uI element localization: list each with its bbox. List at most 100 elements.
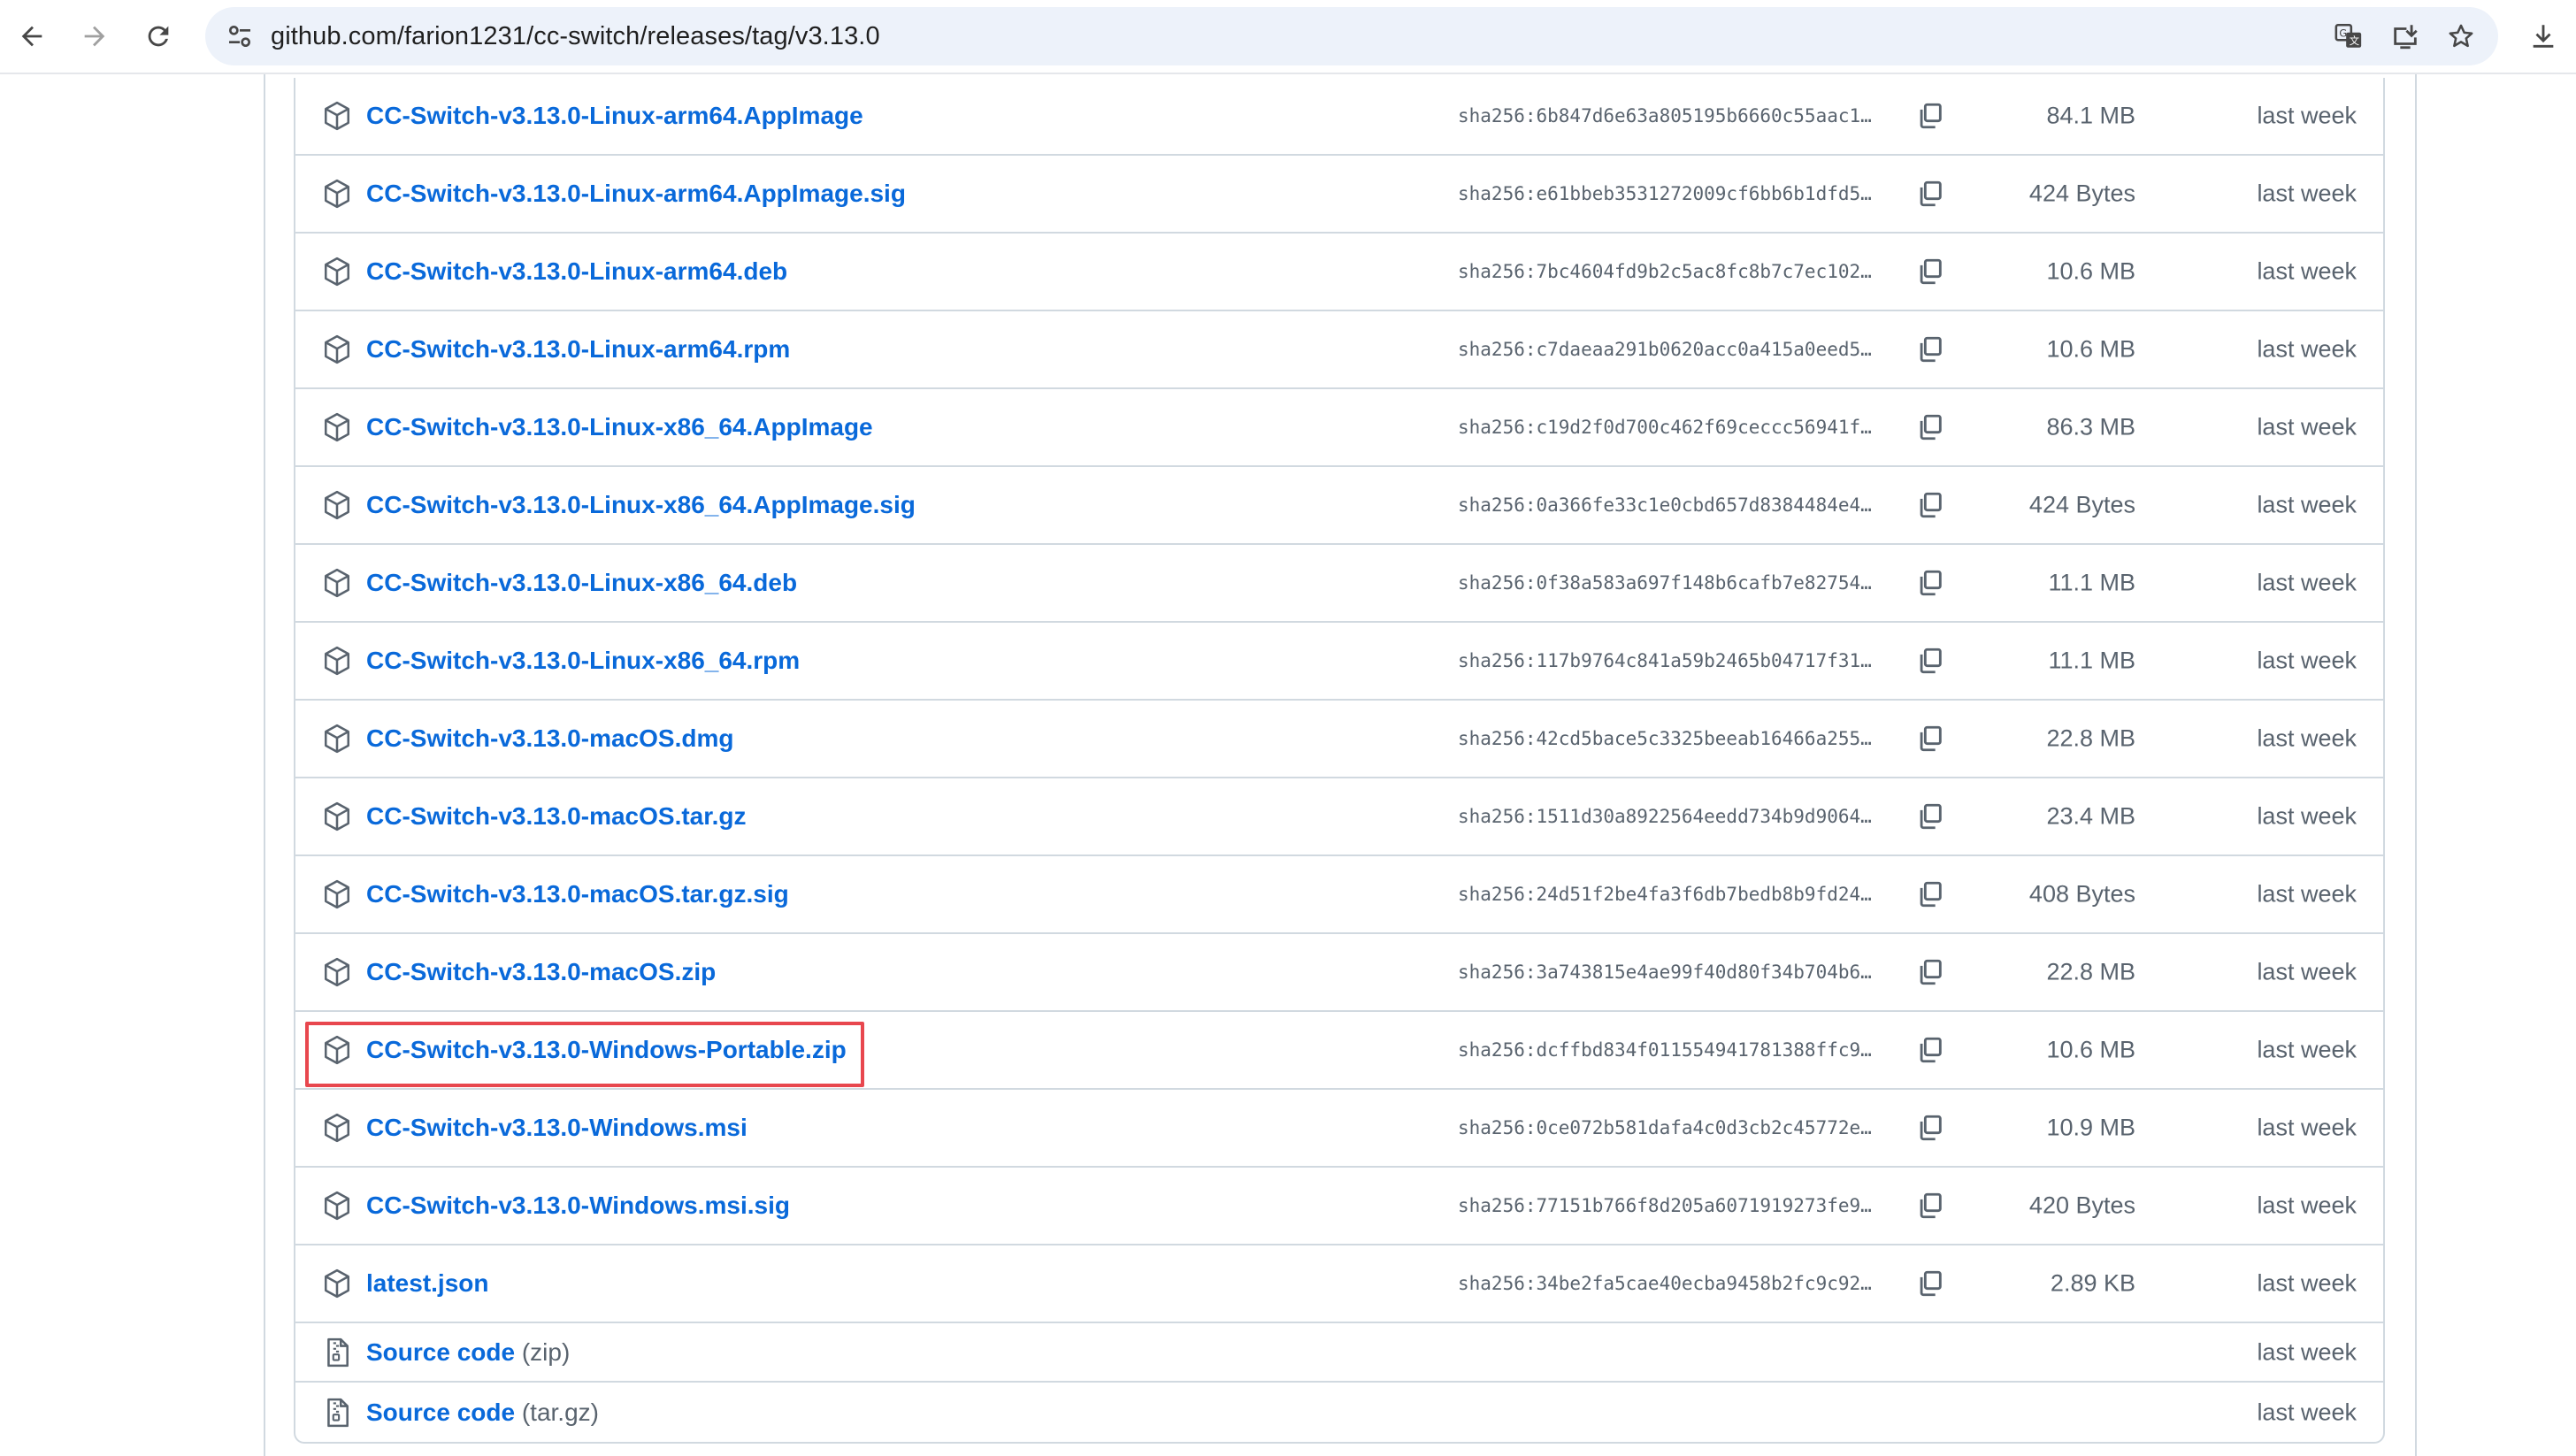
asset-date: last week xyxy=(2257,335,2357,363)
copy-icon xyxy=(1920,570,1942,596)
asset-link[interactable]: CC-Switch-v3.13.0-Linux-arm64.AppImage.s… xyxy=(366,180,906,208)
package-icon xyxy=(322,1113,352,1143)
asset-size: 84.1 MB xyxy=(2046,102,2135,129)
site-info-button[interactable] xyxy=(219,16,260,57)
back-button[interactable] xyxy=(6,11,58,62)
asset-link[interactable]: CC-Switch-v3.13.0-Linux-x86_64.rpm xyxy=(366,647,800,675)
copy-sha-button[interactable] xyxy=(1913,643,1948,678)
asset-row: CC-Switch-v3.13.0-Linux-x86_64.AppImage.… xyxy=(295,467,2383,545)
translate-button[interactable]: G 文 xyxy=(2328,16,2369,57)
asset-date: last week xyxy=(2257,257,2357,285)
asset-row: CC-Switch-v3.13.0-Windows.msi sha256:0ce… xyxy=(295,1090,2383,1168)
copy-icon xyxy=(1920,1192,1942,1219)
asset-link[interactable]: CC-Switch-v3.13.0-Linux-x86_64.deb xyxy=(366,569,797,597)
source-label: Source code xyxy=(366,1337,516,1366)
asset-link[interactable]: CC-Switch-v3.13.0-macOS.tar.gz.sig xyxy=(366,880,789,908)
asset-date: last week xyxy=(2257,647,2357,674)
asset-date: last week xyxy=(2257,880,2357,908)
asset-sha: sha256:dcffbd834f011554941781388ffc9… xyxy=(1458,1039,1872,1061)
asset-link[interactable]: CC-Switch-v3.13.0-Linux-arm64.AppImage xyxy=(366,102,863,130)
asset-row: CC-Switch-v3.13.0-Linux-arm64.rpm sha256… xyxy=(295,311,2383,389)
asset-link[interactable]: CC-Switch-v3.13.0-macOS.tar.gz xyxy=(366,802,746,831)
downloads-button[interactable] xyxy=(2518,11,2569,62)
copy-sha-button[interactable] xyxy=(1913,565,1948,601)
copy-icon xyxy=(1920,803,1942,830)
asset-sha: sha256:34be2fa5cae40ecba9458b2fc9c92… xyxy=(1458,1273,1872,1294)
file-zip-icon xyxy=(322,1398,352,1428)
browser-toolbar: github.com/farion1231/cc-switch/releases… xyxy=(0,0,2576,74)
asset-link[interactable]: CC-Switch-v3.13.0-macOS.dmg xyxy=(366,724,733,753)
copy-sha-button[interactable] xyxy=(1913,1110,1948,1146)
copy-icon xyxy=(1920,258,1942,285)
forward-button[interactable] xyxy=(69,11,120,62)
copy-sha-button[interactable] xyxy=(1913,410,1948,445)
asset-link[interactable]: CC-Switch-v3.13.0-Windows.msi xyxy=(366,1114,748,1142)
source-row: Source code (zip) last week xyxy=(295,1323,2383,1383)
asset-date: last week xyxy=(2257,491,2357,518)
package-icon xyxy=(322,957,352,987)
copy-sha-button[interactable] xyxy=(1913,799,1948,834)
asset-size: 11.1 MB xyxy=(2048,647,2135,674)
install-app-button[interactable] xyxy=(2385,16,2426,57)
source-code-targz-link[interactable]: Source code (tar.gz) xyxy=(366,1399,599,1427)
asset-date: last week xyxy=(2257,958,2357,985)
asset-date: last week xyxy=(2257,724,2357,752)
asset-size: 424 Bytes xyxy=(2028,491,2135,518)
source-code-zip-link[interactable]: Source code (zip) xyxy=(366,1338,570,1367)
asset-size: 424 Bytes xyxy=(2028,180,2135,207)
asset-link[interactable]: CC-Switch-v3.13.0-Windows.msi.sig xyxy=(366,1192,790,1220)
asset-link[interactable]: CC-Switch-v3.13.0-Windows-Portable.zip xyxy=(366,1036,847,1064)
asset-sha: sha256:3a743815e4ae99f40d80f34b704b6… xyxy=(1458,962,1872,983)
package-icon xyxy=(322,568,352,598)
asset-link[interactable]: CC-Switch-v3.13.0-Linux-arm64.rpm xyxy=(366,335,790,364)
asset-link[interactable]: CC-Switch-v3.13.0-Linux-arm64.deb xyxy=(366,257,787,286)
copy-sha-button[interactable] xyxy=(1913,254,1948,289)
arrow-left-icon xyxy=(21,26,42,47)
bookmark-button[interactable] xyxy=(2441,16,2481,57)
asset-size: 22.8 MB xyxy=(2046,724,2135,752)
package-icon xyxy=(322,646,352,676)
source-ext: (zip) xyxy=(521,1337,571,1366)
asset-size: 23.4 MB xyxy=(2046,802,2135,830)
package-icon xyxy=(322,801,352,831)
asset-size: 2.89 KB xyxy=(2050,1269,2135,1297)
package-icon xyxy=(322,879,352,909)
copy-sha-button[interactable] xyxy=(1913,332,1948,367)
asset-row: latest.json sha256:34be2fa5cae40ecba9458… xyxy=(295,1245,2383,1323)
asset-row: CC-Switch-v3.13.0-Linux-arm64.AppImage.s… xyxy=(295,156,2383,234)
package-icon xyxy=(322,334,352,364)
copy-sha-button[interactable] xyxy=(1913,1266,1948,1301)
asset-link[interactable]: CC-Switch-v3.13.0-macOS.zip xyxy=(366,958,716,986)
url-text[interactable]: github.com/farion1231/cc-switch/releases… xyxy=(271,7,880,65)
copy-sha-button[interactable] xyxy=(1913,954,1948,990)
copy-sha-button[interactable] xyxy=(1913,98,1948,134)
package-icon xyxy=(322,257,352,287)
asset-sha: sha256:1511d30a8922564eedd734b9d9064… xyxy=(1458,806,1872,827)
source-date: last week xyxy=(2257,1399,2357,1425)
package-icon xyxy=(322,1191,352,1221)
copy-icon xyxy=(1920,959,1942,985)
asset-date: last week xyxy=(2257,802,2357,830)
asset-link[interactable]: latest.json xyxy=(366,1269,488,1298)
copy-sha-button[interactable] xyxy=(1913,721,1948,756)
asset-row: CC-Switch-v3.13.0-Windows.msi.sig sha256… xyxy=(295,1168,2383,1245)
asset-row: CC-Switch-v3.13.0-macOS.tar.gz.sig sha25… xyxy=(295,856,2383,934)
copy-icon xyxy=(1920,1115,1942,1141)
copy-sha-button[interactable] xyxy=(1913,1188,1948,1223)
copy-icon xyxy=(1920,103,1942,129)
asset-link[interactable]: CC-Switch-v3.13.0-Linux-x86_64.AppImage.… xyxy=(366,491,916,519)
address-bar[interactable]: github.com/farion1231/cc-switch/releases… xyxy=(205,7,2498,65)
copy-sha-button[interactable] xyxy=(1913,1032,1948,1068)
asset-row: CC-Switch-v3.13.0-Linux-arm64.AppImage s… xyxy=(295,78,2383,156)
copy-sha-button[interactable] xyxy=(1913,877,1948,912)
asset-sha: sha256:e61bbeb3531272009cf6bb6b1dfd5… xyxy=(1458,183,1872,204)
copy-icon xyxy=(1920,492,1942,518)
copy-sha-button[interactable] xyxy=(1913,487,1948,523)
asset-link[interactable]: CC-Switch-v3.13.0-Linux-x86_64.AppImage xyxy=(366,413,873,441)
translate-icon: G 文 xyxy=(2334,23,2362,48)
copy-sha-button[interactable] xyxy=(1913,176,1948,211)
asset-sha: sha256:c19d2f0d700c462f69ceccc56941f… xyxy=(1458,417,1872,438)
asset-date: last week xyxy=(2257,1036,2357,1063)
reload-button[interactable] xyxy=(133,11,184,62)
source-ext: (tar.gz) xyxy=(521,1398,599,1426)
